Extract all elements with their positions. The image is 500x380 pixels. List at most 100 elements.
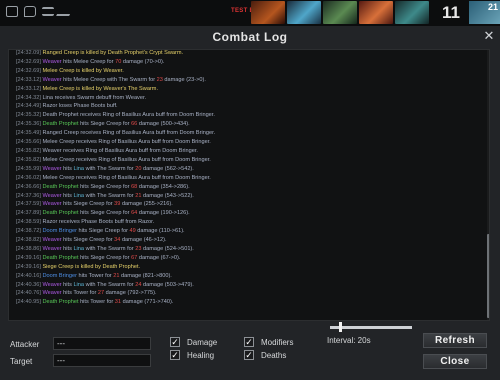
hero-portrait-razor[interactable] bbox=[287, 1, 321, 24]
interval-slider-handle[interactable] bbox=[338, 322, 342, 332]
deaths-checkbox[interactable]: ✓ bbox=[244, 350, 254, 360]
log-text: Weaver bbox=[42, 201, 62, 208]
log-timestamp: [24:36.66] bbox=[16, 183, 43, 190]
log-line: [24:38.86] Weaver hits Lina with The Swa… bbox=[16, 245, 215, 254]
log-text: Weaver bbox=[42, 245, 62, 252]
log-text: Ranged Creep receives Ring of Basilius A… bbox=[42, 130, 216, 137]
log-text: damage (524->501). bbox=[141, 245, 194, 252]
log-text: Death Prophet bbox=[42, 121, 79, 128]
log-line: [24:38.59] Razor receives Phase Boots bu… bbox=[16, 218, 215, 227]
modifiers-label: Modifiers bbox=[261, 338, 294, 347]
log-line: [24:35.82] Melee Creep receives Ring of … bbox=[16, 156, 215, 165]
hero-portrait-lina[interactable] bbox=[359, 1, 393, 24]
close-icon[interactable]: ✕ bbox=[483, 29, 495, 42]
log-text: Death Prophet bbox=[42, 299, 79, 306]
log-timestamp: [24:38.59] bbox=[16, 219, 43, 226]
log-timestamp: [24:35.66] bbox=[16, 139, 43, 146]
log-line: [24:38.82] Weaver hits Siege Creep for 3… bbox=[16, 236, 215, 245]
log-timestamp: [24:38.82] bbox=[16, 237, 43, 244]
kill-score: 11 bbox=[442, 3, 460, 22]
combat-log-list[interactable]: [24:32.09] Ranged Creep is killed by Dea… bbox=[8, 49, 490, 321]
chat-icon[interactable] bbox=[24, 6, 36, 17]
log-text: Death Prophet receives Ring of Basilius … bbox=[42, 112, 215, 119]
log-text: damage (543->522). bbox=[141, 192, 194, 199]
healing-label: Healing bbox=[187, 351, 215, 360]
interval-slider[interactable] bbox=[330, 326, 412, 329]
log-timestamp: [24:33.12] bbox=[16, 76, 43, 83]
damage-checkbox[interactable]: ✓ bbox=[170, 337, 180, 347]
log-line: [24:36.66] Death Prophet hits Siege Cree… bbox=[16, 183, 215, 192]
log-text: damage (821->800). bbox=[119, 272, 172, 279]
refresh-button[interactable]: Refresh bbox=[423, 333, 487, 348]
log-line: [24:33.12] Melee Creep is killed by Weav… bbox=[16, 85, 215, 94]
log-line: [24:35.82] Weaver receives Ring of Basil… bbox=[16, 147, 215, 156]
target-field[interactable]: --- bbox=[53, 354, 151, 367]
log-text: damage (255->216). bbox=[120, 201, 173, 208]
modifiers-checkbox[interactable]: ✓ bbox=[244, 337, 254, 347]
log-text: hits Siege Creep for bbox=[61, 237, 115, 244]
player-hero-portrait[interactable]: 21 bbox=[469, 1, 500, 24]
attacker-field[interactable]: --- bbox=[53, 337, 151, 350]
log-text: hits bbox=[61, 281, 74, 288]
log-text: damage (110->61). bbox=[135, 228, 185, 235]
log-text: hits Siege Creep for bbox=[78, 254, 132, 261]
log-text: Lina bbox=[73, 192, 85, 199]
player-level: 21 bbox=[487, 2, 498, 12]
log-text: damage (67->0). bbox=[137, 254, 181, 261]
damage-label: Damage bbox=[187, 338, 218, 347]
hero-portrait-doom[interactable] bbox=[251, 1, 285, 24]
log-line: [24:37.89] Death Prophet hits Siege Cree… bbox=[16, 209, 215, 218]
log-text: Lina bbox=[73, 281, 85, 288]
log-text: Melee Creep receives Ring of Basilius Au… bbox=[42, 174, 211, 181]
log-text: hits Siege Creep for bbox=[78, 210, 132, 217]
log-text: hits Siege Creep for bbox=[78, 183, 132, 190]
log-timestamp: [24:39.16] bbox=[16, 254, 43, 261]
courier-icon[interactable] bbox=[56, 8, 73, 16]
log-text: damage (500->434). bbox=[137, 121, 190, 128]
log-text: damage (190->126). bbox=[137, 210, 190, 217]
log-text: hits Tower for bbox=[61, 290, 98, 297]
grid-icon[interactable] bbox=[6, 6, 18, 17]
log-text: hits Siege Creep for bbox=[76, 228, 130, 235]
log-line: [24:34.49] Razor loses Phase Boots buff. bbox=[16, 102, 215, 111]
log-text: Melee Creep receives Ring of Basilius Au… bbox=[42, 156, 211, 163]
hero-portrait-weaver[interactable] bbox=[395, 1, 429, 24]
log-line: [24:40.36] Weaver hits Lina with The Swa… bbox=[16, 281, 215, 290]
log-line: [24:32.09] Ranged Creep is killed by Dea… bbox=[16, 50, 215, 58]
log-timestamp: [24:36.02] bbox=[16, 174, 43, 181]
log-text: Lina bbox=[73, 165, 85, 172]
log-lines: [24:32.09] Ranged Creep is killed by Dea… bbox=[16, 50, 216, 307]
log-timestamp: [24:32.69] bbox=[16, 67, 43, 74]
log-text: with The Swarm for bbox=[84, 165, 136, 172]
log-line: [24:35.32] Death Prophet receives Ring o… bbox=[16, 111, 215, 120]
log-timestamp: [24:40.95] bbox=[16, 299, 43, 306]
list-icon[interactable] bbox=[42, 7, 54, 16]
log-timestamp: [24:35.32] bbox=[16, 112, 43, 119]
close-button[interactable]: Close bbox=[423, 354, 487, 369]
log-line: [24:39.16] Siege Creep is killed by Deat… bbox=[16, 263, 215, 272]
log-text: Weaver bbox=[42, 165, 62, 172]
log-timestamp: [24:32.69] bbox=[16, 58, 43, 65]
log-text: Weaver bbox=[42, 58, 62, 65]
log-text: Weaver bbox=[42, 237, 62, 244]
log-timestamp: [24:37.36] bbox=[16, 192, 43, 199]
log-text: Weaver bbox=[42, 281, 62, 288]
log-timestamp: [24:35.82] bbox=[16, 156, 43, 163]
interval-label: Interval: 20s bbox=[327, 336, 371, 345]
log-line: [24:37.59] Weaver hits Siege Creep for 3… bbox=[16, 200, 215, 209]
scrollbar-thumb[interactable] bbox=[487, 234, 489, 318]
log-line: [24:38.72] Doom Bringer hits Siege Creep… bbox=[16, 227, 215, 236]
log-timestamp: [24:38.86] bbox=[16, 245, 43, 252]
log-line: [24:40.95] Death Prophet hits Tower for … bbox=[16, 298, 215, 307]
log-timestamp: [24:40.36] bbox=[16, 281, 43, 288]
log-text: Death Prophet bbox=[42, 210, 79, 217]
log-text: damage (46->12). bbox=[120, 237, 167, 244]
log-text: with The Swarm for bbox=[84, 281, 136, 288]
healing-checkbox[interactable]: ✓ bbox=[170, 350, 180, 360]
log-text: Melee Creep is killed by Weaver. bbox=[42, 67, 124, 74]
log-line: [24:37.36] Weaver hits Lina with The Swa… bbox=[16, 192, 215, 201]
log-text: Death Prophet bbox=[42, 254, 79, 261]
log-timestamp: [24:34.49] bbox=[16, 103, 43, 110]
log-text: Weaver bbox=[42, 290, 62, 297]
hero-portrait-death-prophet[interactable] bbox=[323, 1, 357, 24]
